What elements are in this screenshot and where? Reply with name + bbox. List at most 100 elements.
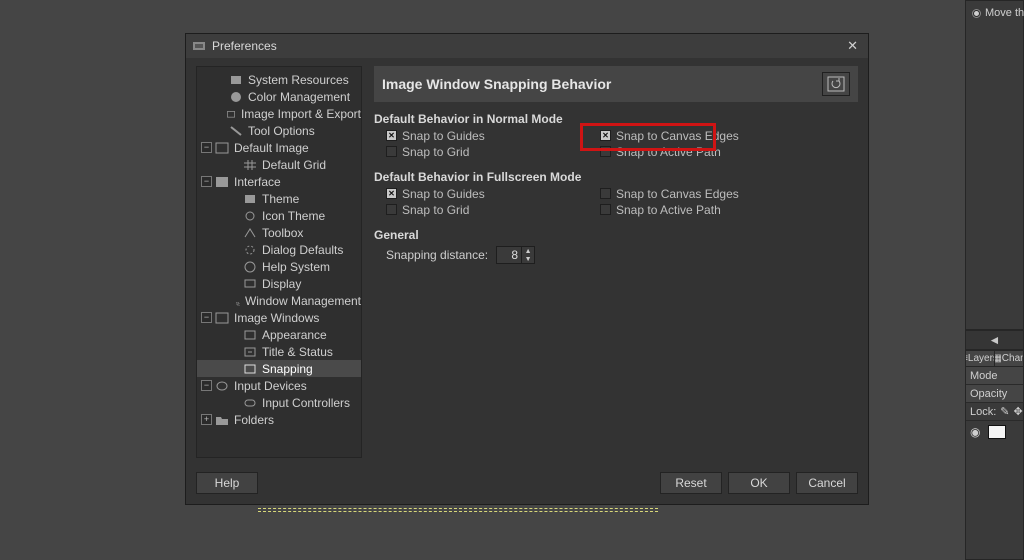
- tree-item-folders[interactable]: +Folders: [197, 411, 361, 428]
- checkbox-icon: [600, 204, 611, 215]
- import-export-icon: [226, 108, 236, 120]
- checkbox-icon: [600, 130, 611, 141]
- tab-channels-label: Chan: [1002, 353, 1023, 364]
- panel-header: Image Window Snapping Behavior: [374, 66, 858, 102]
- image-icon: [215, 142, 229, 154]
- move-radio[interactable]: Move the ac: [972, 7, 1024, 19]
- tree-item-default-image[interactable]: −Default Image: [197, 139, 361, 156]
- checkbox-icon: [600, 146, 611, 157]
- tree-label: Interface: [234, 175, 281, 189]
- appearance-icon: [243, 329, 257, 341]
- chk-normal-snap-path[interactable]: Snap to Active Path: [600, 144, 858, 159]
- help-button[interactable]: Help: [196, 472, 258, 494]
- lock-label: Lock:: [970, 406, 996, 418]
- move-icon[interactable]: ✥: [1014, 405, 1023, 418]
- chk-label: Snap to Guides: [402, 187, 485, 201]
- display-icon: [243, 278, 257, 290]
- chk-fs-snap-guides[interactable]: Snap to Guides: [386, 186, 588, 201]
- spinner-up-icon[interactable]: ▲: [522, 247, 534, 255]
- chk-label: Snap to Grid: [402, 145, 469, 159]
- tree-label: Input Devices: [234, 379, 307, 393]
- tree-label: Snapping: [262, 362, 313, 376]
- tree-label: Toolbox: [262, 226, 303, 240]
- btn-label: Help: [215, 476, 240, 490]
- dock-arrow-bar[interactable]: ◄: [965, 330, 1024, 350]
- tree-item-system-resources[interactable]: System Resources: [197, 71, 361, 88]
- tree-item-interface[interactable]: − Interface: [197, 173, 361, 190]
- tree-item-theme[interactable]: Theme: [197, 190, 361, 207]
- folder-icon: [215, 414, 229, 426]
- checkbox-icon: [386, 130, 397, 141]
- tree-item-toolbox[interactable]: Toolbox: [197, 224, 361, 241]
- tree-label: Theme: [262, 192, 299, 206]
- tree-item-window-management[interactable]: Window Management: [197, 292, 361, 309]
- tree-item-appearance[interactable]: Appearance: [197, 326, 361, 343]
- snapping-distance-spinner[interactable]: ▲ ▼: [496, 246, 535, 264]
- snapping-distance-input[interactable]: [497, 248, 521, 262]
- chk-normal-snap-grid[interactable]: Snap to Grid: [386, 144, 588, 159]
- expander-minus-icon[interactable]: −: [201, 142, 212, 153]
- reset-button[interactable]: Reset: [660, 472, 722, 494]
- cancel-button[interactable]: Cancel: [796, 472, 858, 494]
- tree-label: System Resources: [248, 73, 349, 87]
- tree-item-icon-theme[interactable]: Icon Theme: [197, 207, 361, 224]
- windows-icon: [236, 295, 240, 307]
- tree-item-input-devices[interactable]: − Input Devices: [197, 377, 361, 394]
- tree-item-dialog-defaults[interactable]: Dialog Defaults: [197, 241, 361, 258]
- preferences-dialog: Preferences ✕ System Resources Color Man…: [185, 33, 869, 505]
- chk-fs-snap-edges[interactable]: Snap to Canvas Edges: [600, 186, 858, 201]
- tab-channels[interactable]: ▦ Chan: [995, 351, 1023, 366]
- dialog-actions: Help Reset OK Cancel: [186, 462, 868, 504]
- tree-item-input-controllers[interactable]: Input Controllers: [197, 394, 361, 411]
- tree-item-display[interactable]: Display: [197, 275, 361, 292]
- tree-item-snapping[interactable]: Snapping: [197, 360, 361, 377]
- reset-panel-button[interactable]: [822, 72, 850, 96]
- interface-icon: [215, 176, 229, 188]
- controllers-icon: [243, 397, 257, 409]
- chk-fs-snap-path[interactable]: Snap to Active Path: [600, 202, 858, 217]
- input-devices-icon: [215, 380, 229, 392]
- checkbox-icon: [386, 204, 397, 215]
- chip-icon: [229, 74, 243, 86]
- tree-label: Help System: [262, 260, 330, 274]
- tree-item-default-grid[interactable]: Default Grid: [197, 156, 361, 173]
- canvas-selection-edge: [258, 508, 658, 512]
- spinner-down-icon[interactable]: ▼: [522, 255, 534, 263]
- app-icon: [192, 39, 206, 53]
- expander-minus-icon[interactable]: −: [201, 380, 212, 391]
- close-icon[interactable]: ✕: [843, 36, 862, 56]
- chk-fs-snap-grid[interactable]: Snap to Grid: [386, 202, 588, 217]
- snapping-icon: [243, 363, 257, 375]
- chk-normal-snap-edges[interactable]: Snap to Canvas Edges: [600, 128, 858, 143]
- section-general-title: General: [374, 228, 858, 242]
- blend-mode-row[interactable]: Mode: [966, 367, 1023, 385]
- tree-item-import-export[interactable]: Image Import & Export: [197, 105, 361, 122]
- tab-layers[interactable]: ≡ Layers: [966, 351, 995, 366]
- tree-item-color-management[interactable]: Color Management: [197, 88, 361, 105]
- dialog-icon: [243, 244, 257, 256]
- chk-label: Snap to Guides: [402, 129, 485, 143]
- brush-icon[interactable]: ✎: [1000, 405, 1009, 418]
- tree-label: Title & Status: [262, 345, 333, 359]
- lock-row: Lock: ✎ ✥ ▦: [966, 403, 1023, 421]
- titlebar[interactable]: Preferences ✕: [186, 34, 868, 58]
- tree-item-title-status[interactable]: Title & Status: [197, 343, 361, 360]
- expander-minus-icon[interactable]: −: [201, 176, 212, 187]
- tree-item-help-system[interactable]: Help System: [197, 258, 361, 275]
- layer-row[interactable]: ◉: [966, 421, 1023, 443]
- expander-minus-icon[interactable]: −: [201, 312, 212, 323]
- expander-plus-icon[interactable]: +: [201, 414, 212, 425]
- tree-item-image-windows[interactable]: −Image Windows: [197, 309, 361, 326]
- palette-icon: [229, 91, 243, 103]
- opacity-row[interactable]: Opacity: [966, 385, 1023, 403]
- category-tree[interactable]: System Resources Color Management Image …: [196, 66, 362, 458]
- section-fullscreen-title: Default Behavior in Fullscreen Mode: [374, 170, 858, 184]
- ok-button[interactable]: OK: [728, 472, 790, 494]
- chk-normal-snap-guides[interactable]: Snap to Guides: [386, 128, 588, 143]
- layer-thumbnail: [988, 425, 1006, 439]
- btn-label: Reset: [675, 476, 706, 490]
- theme-icon: [243, 193, 257, 205]
- image-window-icon: [215, 312, 229, 324]
- eye-icon[interactable]: ◉: [970, 425, 980, 439]
- tree-item-tool-options[interactable]: Tool Options: [197, 122, 361, 139]
